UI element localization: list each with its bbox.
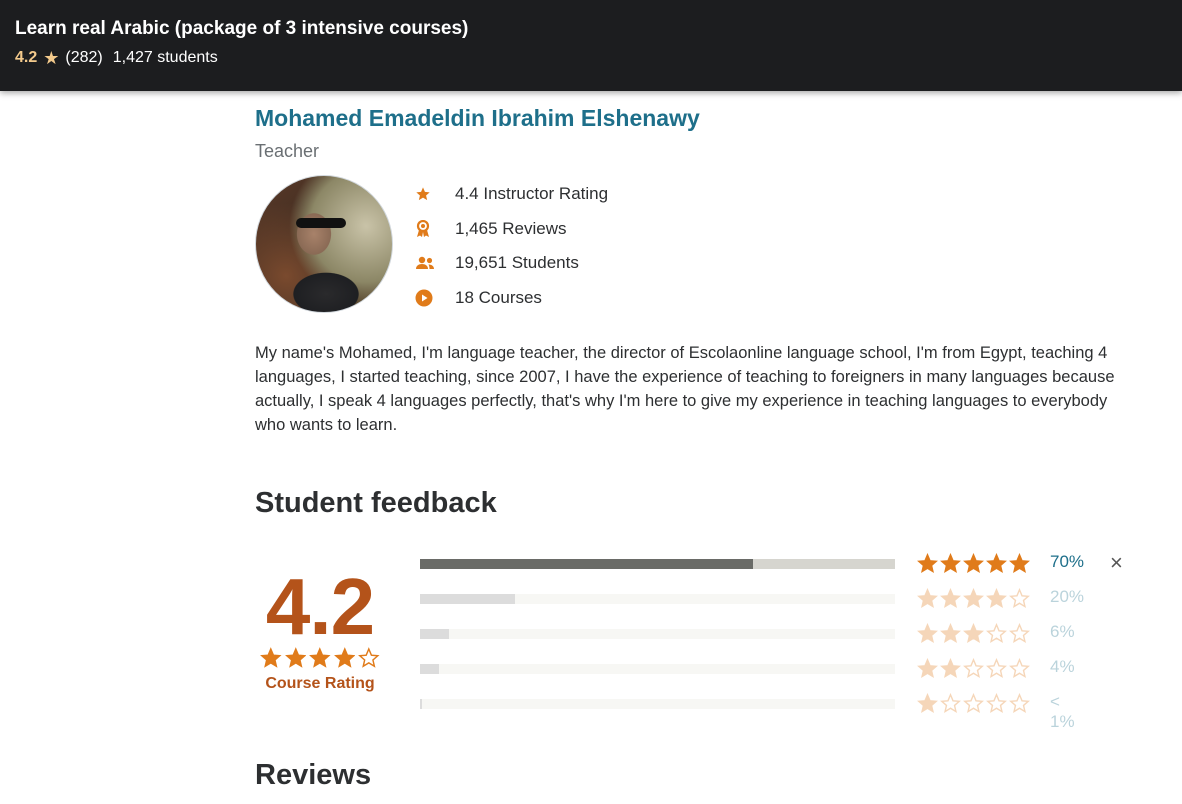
rating-row-percent[interactable]: 70%	[1050, 552, 1084, 572]
star-filled-icon	[963, 553, 984, 574]
course-rating-stars	[260, 647, 380, 669]
rating-row-stars	[917, 553, 1030, 574]
instructor-reviews-stat: 1,465 Reviews	[415, 212, 608, 247]
stat-text: 19,651 Students	[455, 253, 579, 273]
award-icon	[415, 219, 455, 238]
star-empty-icon	[986, 623, 1007, 644]
star-filled-icon	[309, 647, 331, 668]
star-empty-icon	[1009, 658, 1030, 679]
rating-row-percent[interactable]: 20%	[1050, 587, 1084, 607]
rating-bar-fill	[420, 594, 515, 604]
course-rating-label: Course Rating	[265, 675, 375, 692]
star-empty-icon	[940, 693, 961, 714]
instructor-name-link[interactable]: Mohamed Emadeldin Ibrahim Elshenawy	[255, 105, 700, 132]
star-filled-icon	[917, 588, 938, 609]
reviews-heading: Reviews	[255, 759, 372, 791]
star-filled-icon	[963, 623, 984, 644]
rating-row-stars	[917, 658, 1030, 679]
course-header-bar: Learn real Arabic (package of 3 intensiv…	[0, 0, 1182, 91]
star-filled-icon	[986, 553, 1007, 574]
star-filled-icon	[940, 553, 961, 574]
course-students: 1,427 students	[112, 49, 218, 66]
instructor-students-stat: 19,651 Students	[415, 246, 608, 281]
star-empty-icon	[1009, 693, 1030, 714]
course-rating-count: (282)	[65, 49, 103, 66]
instructor-courses-stat: 18 Courses	[415, 281, 608, 316]
course-rating-summary: 4.2 Course Rating	[260, 567, 380, 693]
rating-bar-track	[420, 594, 895, 604]
course-rating-number: 4.2	[265, 562, 375, 651]
star-filled-icon	[333, 647, 356, 668]
rating-bar-track	[420, 699, 895, 709]
star-filled-icon	[917, 623, 938, 644]
rating-row-stars	[917, 693, 1030, 714]
play-circle-icon	[415, 289, 455, 307]
rating-bar-fill	[420, 699, 423, 709]
clear-filter-close-icon[interactable]: ×	[1110, 550, 1123, 576]
rating-row-percent[interactable]: 4%	[1050, 657, 1075, 677]
rating-bar-fill	[420, 629, 449, 639]
star-filled-icon	[940, 658, 961, 679]
star-empty-icon	[1009, 623, 1030, 644]
rating-bar-fill	[420, 559, 753, 569]
rating-row-stars	[917, 588, 1030, 609]
rating-row-stars	[917, 623, 1030, 644]
instructor-job-title: Teacher	[255, 141, 320, 161]
course-title: Learn real Arabic (package of 3 intensiv…	[15, 18, 469, 39]
instructor-bio: My name's Mohamed, I'm language teacher,…	[255, 344, 1115, 434]
star-empty-icon	[986, 658, 1007, 679]
instructor-avatar[interactable]	[255, 175, 393, 313]
stat-text: 1,465 Reviews	[455, 218, 567, 238]
star-empty-icon	[1009, 588, 1030, 609]
star-filled-icon	[917, 658, 938, 679]
star-filled-icon	[963, 588, 984, 609]
star-filled-icon	[986, 588, 1007, 609]
rating-row-percent[interactable]: < 1%	[1050, 692, 1075, 732]
star-filled-icon	[284, 647, 307, 668]
star-icon	[415, 186, 455, 202]
star-filled-icon	[940, 588, 961, 609]
rating-bar-fill	[420, 664, 439, 674]
star-empty-icon	[986, 693, 1007, 714]
rating-bar-track	[420, 559, 895, 569]
course-meta: 4.2 ★ (282) 1,427 students	[15, 48, 1167, 68]
rating-row-percent[interactable]: 6%	[1050, 622, 1075, 642]
rating-bar-track	[420, 664, 895, 674]
star-empty-icon	[963, 693, 984, 714]
star-filled-icon	[917, 693, 938, 714]
rating-bar-track	[420, 629, 895, 639]
star-filled-icon	[1009, 553, 1030, 574]
instructor-stats: 4.4 Instructor Rating 1,465 Reviews 19,6…	[415, 177, 608, 315]
instructor-rating-stat: 4.4 Instructor Rating	[415, 177, 608, 212]
star-empty-icon	[358, 647, 380, 668]
stat-text: 4.4 Instructor Rating	[455, 184, 609, 204]
star-empty-icon	[963, 658, 984, 679]
star-filled-icon	[917, 553, 938, 574]
student-feedback-heading: Student feedback	[255, 487, 497, 519]
star-icon: ★	[43, 48, 60, 68]
star-filled-icon	[940, 623, 961, 644]
users-icon	[415, 256, 455, 270]
star-filled-icon	[260, 647, 282, 668]
course-rating-value: 4.2	[15, 49, 38, 66]
stat-text: 18 Courses	[455, 287, 542, 307]
